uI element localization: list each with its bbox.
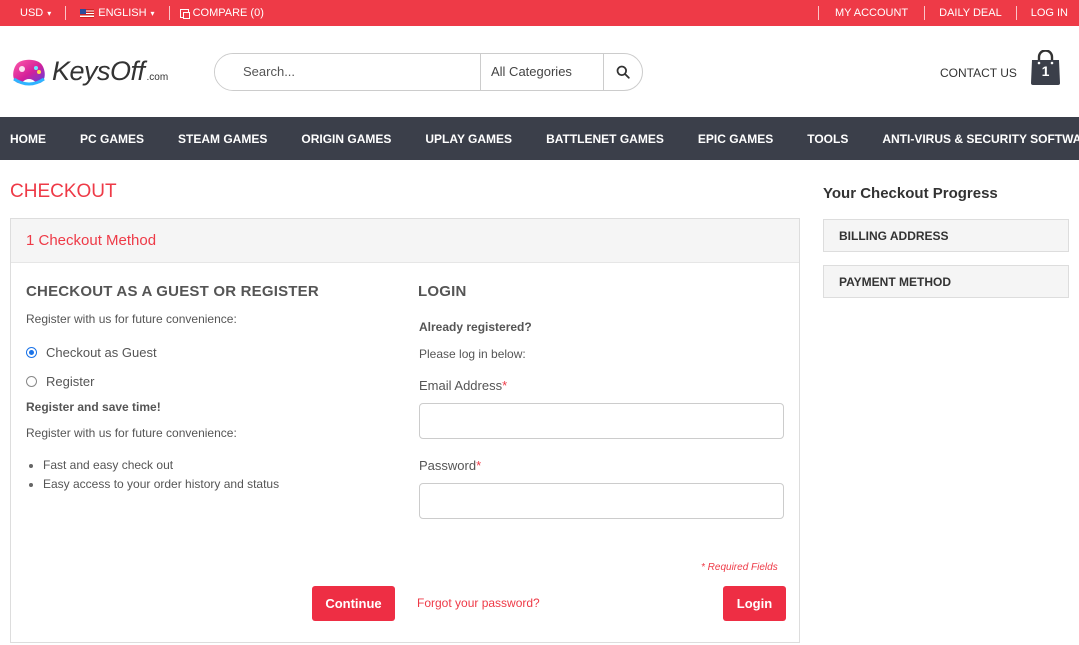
my-account-label: MY ACCOUNT: [834, 7, 909, 19]
nav-epic-games[interactable]: EPIC GAMES: [698, 132, 773, 146]
continue-button[interactable]: Continue: [312, 586, 395, 621]
category-select-label: All Categories: [491, 64, 572, 79]
nav-home[interactable]: HOME: [10, 132, 46, 146]
step-header[interactable]: 1 Checkout Method: [11, 219, 799, 263]
guest-register-heading: CHECKOUT AS A GUEST OR REGISTER: [26, 283, 319, 300]
top-bar: USD ▾ ENGLISH ▾ COMPARE (0) MY ACCOUNT D…: [0, 0, 1079, 26]
forgot-password-link[interactable]: Forgot your password?: [417, 596, 540, 610]
register-option[interactable]: Register: [26, 374, 396, 389]
required-star: *: [476, 458, 482, 473]
login-label: LOG IN: [1030, 7, 1068, 19]
checkout-content: CHECKOUT 1 Checkout Method CHECKOUT AS A…: [10, 160, 800, 643]
guest-radio-label: Checkout as Guest: [46, 345, 157, 360]
search-icon: [616, 65, 630, 79]
list-item: Easy access to your order history and st…: [26, 477, 396, 496]
nav-battlenet-games[interactable]: BATTLENET GAMES: [546, 132, 664, 146]
email-label-text: Email Address: [419, 378, 503, 393]
search-button[interactable]: [603, 53, 642, 90]
daily-deal-link[interactable]: DAILY DEAL: [925, 6, 1016, 20]
chevron-down-icon: ▾: [150, 8, 155, 18]
gamepad-logo-icon: [13, 59, 45, 85]
nav-uplay-games[interactable]: UPLAY GAMES: [425, 132, 512, 146]
compare-icon: [179, 8, 190, 19]
guest-register-section: CHECKOUT AS A GUEST OR REGISTER Register…: [26, 283, 396, 496]
compare-link[interactable]: COMPARE (0): [170, 6, 278, 20]
checkout-progress-sidebar: Your Checkout Progress BILLING ADDRESS P…: [823, 160, 1069, 643]
checkout-progress-title: Your Checkout Progress: [823, 185, 998, 202]
benefits-list: Fast and easy check out Easy access to y…: [26, 458, 396, 496]
cart-count: 1: [1041, 63, 1050, 79]
page-title: CHECKOUT: [10, 181, 117, 202]
currency-label: USD: [20, 7, 44, 19]
nav-pc-games[interactable]: PC GAMES: [80, 132, 144, 146]
nav-origin-games[interactable]: ORIGIN GAMES: [301, 132, 391, 146]
guest-radio[interactable]: [26, 347, 37, 358]
email-label: Email Address*: [419, 378, 784, 393]
checkout-method-panel: 1 Checkout Method CHECKOUT AS A GUEST OR…: [10, 218, 800, 643]
required-star: *: [502, 378, 508, 393]
checkout-as-guest-option[interactable]: Checkout as Guest: [26, 345, 396, 360]
cart-button[interactable]: 1: [1030, 49, 1061, 86]
daily-deal-label: DAILY DEAL: [939, 7, 1002, 19]
already-registered-text: Already registered?: [419, 320, 532, 334]
logo-suffix: .com: [146, 72, 169, 83]
logo-text: KeysOff: [52, 56, 145, 86]
password-label: Password*: [419, 458, 784, 473]
currency-selector[interactable]: USD ▾: [0, 6, 65, 20]
site-logo[interactable]: KeysOff .com: [10, 55, 214, 89]
email-field[interactable]: [419, 403, 784, 439]
register-save-time: Register and save time!: [26, 400, 161, 414]
login-link[interactable]: LOG IN: [1017, 6, 1079, 20]
progress-billing-address: BILLING ADDRESS: [823, 219, 1069, 252]
guest-intro-text: Register with us for future convenience:: [26, 312, 237, 326]
us-flag-icon: [80, 8, 95, 18]
list-item: Fast and easy check out: [26, 458, 396, 477]
register-radio[interactable]: [26, 376, 37, 387]
required-fields-note: * Required Fields: [701, 562, 778, 573]
contact-us-link[interactable]: CONTACT US: [940, 66, 1017, 80]
please-log-in-text: Please log in below:: [419, 347, 526, 361]
search-input[interactable]: [215, 53, 480, 90]
nav-antivirus[interactable]: ANTI-VIRUS & SECURITY SOFTWARE: [882, 132, 1079, 146]
compare-label: COMPARE (0): [192, 7, 264, 19]
login-button[interactable]: Login: [723, 586, 786, 621]
password-label-text: Password: [419, 458, 477, 473]
search-bar: All Categories: [214, 52, 643, 91]
register-radio-label: Register: [46, 374, 95, 389]
register-convenience-text: Register with us for future convenience:: [26, 426, 237, 440]
login-section: LOGIN Already registered? Please log in …: [418, 283, 784, 519]
language-selector[interactable]: ENGLISH ▾: [66, 6, 168, 20]
password-field[interactable]: [419, 483, 784, 519]
nav-tools[interactable]: TOOLS: [807, 132, 848, 146]
login-heading: LOGIN: [418, 283, 467, 300]
main-content: CHECKOUT 1 Checkout Method CHECKOUT AS A…: [0, 160, 1079, 643]
progress-payment-method: PAYMENT METHOD: [823, 265, 1069, 298]
main-nav: HOME PC GAMES STEAM GAMES ORIGIN GAMES U…: [0, 117, 1079, 160]
language-label: ENGLISH: [98, 7, 147, 19]
my-account-link[interactable]: MY ACCOUNT: [819, 6, 924, 20]
category-select[interactable]: All Categories: [480, 53, 603, 90]
nav-steam-games[interactable]: STEAM GAMES: [178, 132, 267, 146]
site-header: KeysOff .com All Categories CONTACT US 1: [0, 26, 1079, 117]
chevron-down-icon: ▾: [47, 8, 52, 18]
